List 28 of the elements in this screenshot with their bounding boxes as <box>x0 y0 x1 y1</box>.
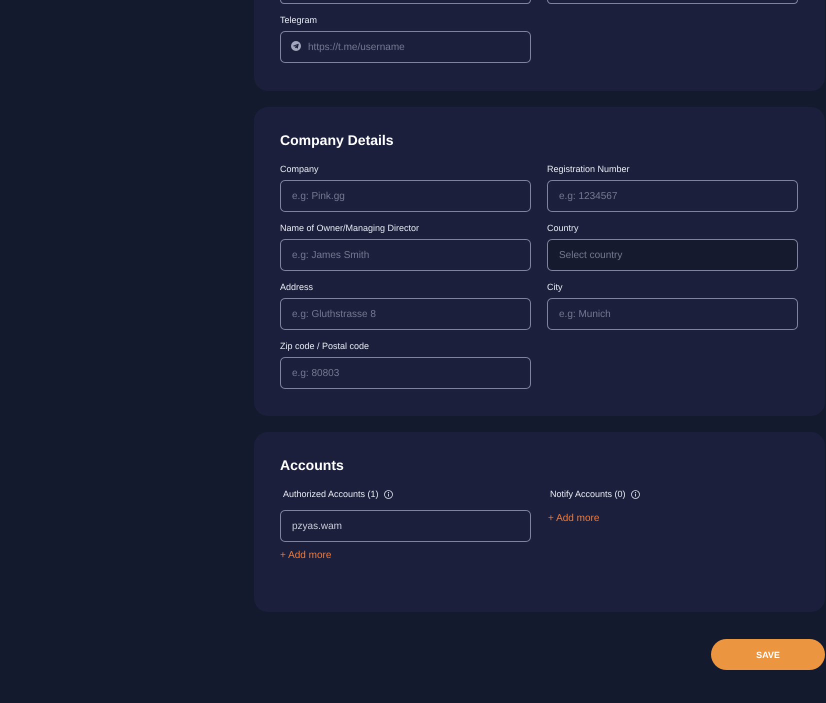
country-select[interactable]: Select country <box>547 239 798 271</box>
account-field[interactable]: pzyas.wam <box>280 510 531 542</box>
section-title: Company Details <box>280 132 394 149</box>
input-field[interactable] <box>280 0 531 4</box>
field-label: Authorized Accounts (1) <box>283 489 379 500</box>
input-field[interactable]: e.g: James Smith <box>280 239 531 271</box>
input-field[interactable]: e.g: Munich <box>547 298 798 330</box>
input-field[interactable]: e.g: 80803 <box>280 357 531 389</box>
info-icon <box>630 490 640 499</box>
add-more-link[interactable]: + Add more <box>548 513 600 524</box>
field-label: Registration Number <box>547 164 630 175</box>
field-label: Zip code / Postal code <box>280 341 370 352</box>
paper-plane-icon <box>291 41 301 51</box>
field-label: City <box>547 282 562 293</box>
field-label: Name of Owner/Managing Director <box>280 223 420 234</box>
telegram-field[interactable]: https://t.me/username <box>280 31 531 63</box>
field-label: Address <box>280 282 314 293</box>
input-field[interactable]: e.g: 1234567 <box>547 180 798 212</box>
add-more-link[interactable]: + Add more <box>280 550 332 561</box>
info-icon <box>384 490 393 499</box>
input-field[interactable]: e.g: Pink.gg <box>280 180 531 212</box>
section-title: Accounts <box>280 457 344 474</box>
input-field[interactable]: e.g: Gluthstrasse 8 <box>280 298 531 330</box>
field-label: Country <box>547 223 579 234</box>
field-label: Telegram <box>280 15 318 26</box>
input-field[interactable] <box>547 0 798 4</box>
field-label: Company <box>280 164 319 175</box>
field-label: Notify Accounts (0) <box>550 489 626 500</box>
